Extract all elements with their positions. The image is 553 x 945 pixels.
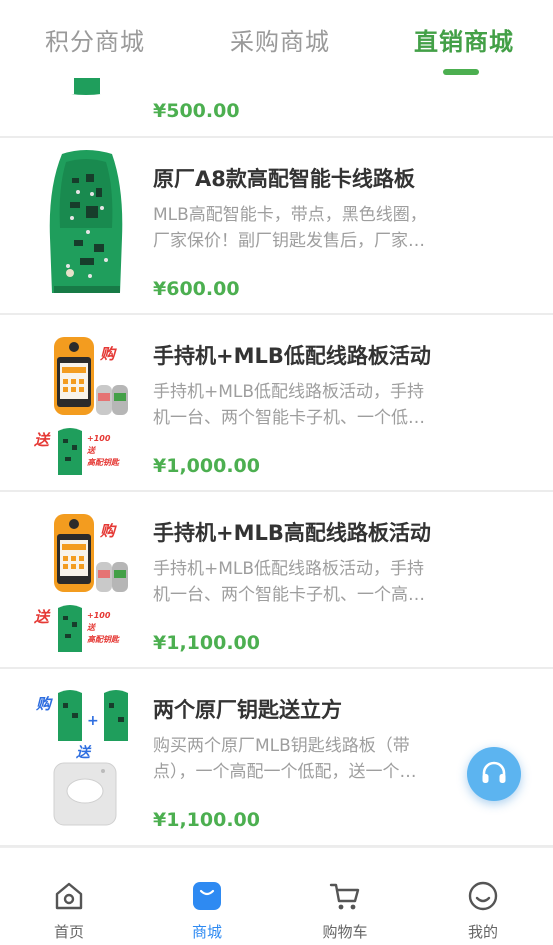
promo-gift-label: 送 xyxy=(33,431,51,449)
tab-points-mall[interactable]: 积分商城 xyxy=(45,22,145,57)
promo-extra-line1: +100 xyxy=(87,611,111,620)
active-tab-indicator xyxy=(443,69,479,75)
smile-icon xyxy=(468,881,498,911)
home-icon xyxy=(55,882,83,910)
product-price: ¥600.00 xyxy=(153,278,240,300)
product-description: 购买两个原厂MLB钥匙线路板（带点），一个高配一个低配，送一个… xyxy=(153,736,417,782)
promo-gift-label: 送 xyxy=(33,608,51,626)
tab-purchase-mall[interactable]: 采购商城 xyxy=(230,22,330,57)
product-price: ¥1,100.00 xyxy=(153,809,260,831)
promo-plus-label: + xyxy=(87,713,99,729)
product-price: ¥500.00 xyxy=(153,100,240,122)
customer-support-button[interactable] xyxy=(467,747,521,801)
product-name: 手持机+MLB低配线路板活动 xyxy=(153,344,431,368)
product-list[interactable]: ¥500.00 原厂A8款高配智能卡线路板 MLB高配智能卡，带点，黑色线圈，厂… xyxy=(0,0,553,847)
promo-buy-label: 购 xyxy=(99,345,117,363)
nav-mine-label: 我的 xyxy=(467,923,498,941)
two-keys-cube-icon: 购 + 送 xyxy=(35,690,128,826)
promo-extra-line2: 送 xyxy=(86,446,96,455)
nav-mine[interactable]: 我的 xyxy=(414,848,552,945)
nav-cart-label: 购物车 xyxy=(322,923,368,941)
nav-home[interactable]: 首页 xyxy=(0,848,138,945)
nav-home-label: 首页 xyxy=(53,923,84,941)
product-card[interactable]: 购 + 送 两个原厂钥匙送立方 购买两个原厂MLB钥匙线路板（带点），一个高配一… xyxy=(0,669,553,847)
product-description: 手持机+MLB低配线路板活动，手持机一台、两个智能卡子机、一个低… xyxy=(153,382,425,428)
product-card[interactable]: 原厂A8款高配智能卡线路板 MLB高配智能卡，带点，黑色线圈，厂家保价！副厂钥匙… xyxy=(0,138,553,315)
promo-buy-label: 购 xyxy=(99,522,117,540)
promo-extra-line2: 送 xyxy=(86,623,96,632)
handheld-bundle-icon: 购 送 +100 送 高配钥匙 xyxy=(33,337,128,475)
handheld-bundle-icon: 购 送 +100 送 高配钥匙 xyxy=(33,514,128,652)
nav-shop[interactable]: 商城 xyxy=(138,848,276,945)
cart-icon xyxy=(329,883,360,910)
product-name: 原厂A8款高配智能卡线路板 xyxy=(153,167,415,191)
promo-extra-line3: 高配钥匙 xyxy=(87,458,120,467)
product-card[interactable]: 购 送 +100 送 高配钥匙 手持机+MLB高配线路板活动 手持机+MLB低配… xyxy=(0,492,553,669)
product-price: ¥1,100.00 xyxy=(153,632,260,654)
shop-bag-icon xyxy=(193,882,221,910)
product-name: 手持机+MLB高配线路板活动 xyxy=(153,521,431,545)
nav-shop-label: 商城 xyxy=(191,923,222,941)
product-card[interactable]: 购 送 +100 送 高配钥匙 手持机+MLB低配线路板活动 手持机+MLB低配… xyxy=(0,315,553,492)
promo-gift-label: 送 xyxy=(75,744,92,761)
product-description: MLB高配智能卡，带点，黑色线圈，厂家保价！副厂钥匙发售后，厂家… xyxy=(153,205,427,251)
product-description: 手持机+MLB低配线路板活动，手持机一台、两个智能卡子机、一个高… xyxy=(153,559,425,605)
promo-buy-label: 购 xyxy=(35,695,53,713)
product-name: 两个原厂钥匙送立方 xyxy=(153,698,342,722)
promo-extra-line1: +100 xyxy=(87,434,111,443)
promo-extra-line3: 高配钥匙 xyxy=(87,635,120,644)
green-key-pcb-icon xyxy=(49,150,123,293)
headset-icon xyxy=(482,761,506,783)
tab-direct-sales-mall[interactable]: 直销商城 xyxy=(414,22,514,57)
bottom-navigation: 首页 商城 购物车 我的 xyxy=(0,847,553,945)
product-price: ¥1,000.00 xyxy=(153,455,260,477)
mall-tab-bar: 积分商城 采购商城 直销商城 xyxy=(0,0,553,78)
nav-cart[interactable]: 购物车 xyxy=(276,848,414,945)
